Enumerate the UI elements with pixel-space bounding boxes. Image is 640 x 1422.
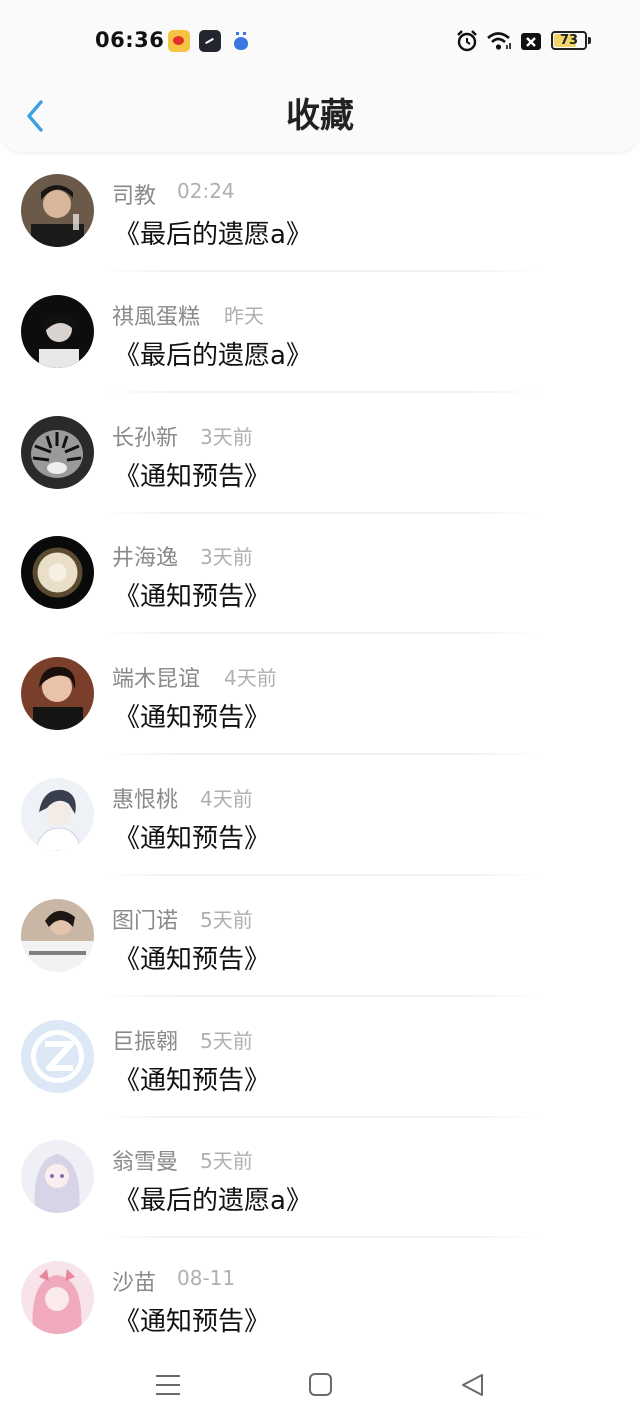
list-item[interactable]: 翁雪曼 5天前 《最后的遗愿a》	[0, 1118, 640, 1239]
avatar[interactable]	[21, 1261, 94, 1335]
avatar[interactable]	[21, 777, 94, 851]
item-name: 井海逸	[112, 546, 179, 572]
item-title[interactable]: 《通知预告》	[114, 576, 270, 613]
list-item[interactable]: 端木昆谊 4天前 《通知预告》	[0, 635, 640, 756]
item-name: 图门诺	[112, 908, 179, 934]
divider	[102, 270, 542, 272]
avatar[interactable]	[21, 657, 94, 731]
item-name: 端木昆谊	[112, 667, 201, 693]
page-title: 收藏	[286, 96, 354, 136]
sim-off-icon	[521, 33, 541, 50]
weibo-icon	[168, 30, 190, 52]
item-name: 祺風蛋糕	[112, 304, 201, 330]
battery-indicator: 73	[551, 31, 591, 50]
item-time: 5天前	[200, 1028, 253, 1053]
list-item[interactable]: 祺風蛋糕 昨天 《最后的遗愿a》	[0, 273, 640, 394]
item-time: 5天前	[200, 1149, 253, 1174]
item-title[interactable]: 《通知预告》	[114, 1060, 270, 1097]
clock-app-icon	[199, 30, 221, 52]
item-title[interactable]: 《最后的遗愿a》	[114, 1180, 312, 1217]
item-title[interactable]: 《通知预告》	[114, 697, 270, 734]
status-bar: 06:36 73	[0, 0, 640, 80]
divider	[102, 1115, 542, 1118]
item-time: 3天前	[200, 545, 253, 570]
item-title[interactable]: 《通知预告》	[114, 456, 270, 493]
avatar[interactable]	[21, 415, 94, 489]
item-title[interactable]: 《最后的遗愿a》	[114, 335, 312, 372]
avatar[interactable]	[21, 898, 94, 972]
divider	[102, 1236, 542, 1239]
item-title[interactable]: 《通知预告》	[114, 818, 270, 855]
item-name: 翁雪曼	[112, 1150, 179, 1176]
home-icon[interactable]	[306, 1370, 336, 1400]
item-time: 4天前	[200, 786, 253, 811]
nav-header: 收藏	[0, 80, 640, 152]
avatar[interactable]	[21, 536, 94, 610]
list-item[interactable]: 巨振翱 5天前 《通知预告》	[0, 998, 640, 1119]
divider	[102, 994, 542, 997]
avatar[interactable]	[21, 174, 94, 247]
avatar[interactable]	[21, 1019, 94, 1093]
divider	[102, 632, 542, 635]
status-time: 06:36	[95, 28, 165, 52]
item-name: 沙苗	[112, 1271, 157, 1297]
item-name: 司教	[112, 184, 157, 209]
list-item[interactable]: 惠恨桃 4天前 《通知预告》	[0, 756, 640, 877]
wifi-icon	[487, 32, 511, 50]
back-triangle-icon[interactable]	[458, 1370, 488, 1400]
divider	[102, 753, 542, 756]
item-name: 惠恨桃	[112, 787, 179, 813]
item-time: 昨天	[224, 303, 264, 328]
item-title[interactable]: 《通知预告》	[114, 1301, 270, 1338]
list-item[interactable]: 司教 02:24 《最后的遗愿a》	[0, 152, 640, 273]
divider	[102, 511, 542, 514]
item-time: 3天前	[200, 424, 253, 449]
list-item[interactable]: 沙苗 08-11 《通知预告》	[0, 1239, 640, 1360]
list-item[interactable]: 图门诺 5天前 《通知预告》	[0, 877, 640, 998]
item-time: 08-11	[177, 1266, 236, 1291]
divider	[102, 873, 542, 876]
item-title[interactable]: 《通知预告》	[114, 939, 270, 976]
list-item[interactable]: 井海逸 3天前 《通知预告》	[0, 514, 640, 635]
list-item[interactable]: 长孙新 3天前 《通知预告》	[0, 394, 640, 515]
item-time: 4天前	[224, 666, 277, 691]
item-time: 5天前	[200, 907, 253, 932]
menu-icon[interactable]	[153, 1370, 183, 1400]
system-nav-bar	[0, 1350, 640, 1422]
alarm-icon	[457, 30, 477, 52]
baidu-icon	[230, 30, 252, 52]
item-time: 02:24	[177, 179, 235, 203]
item-name: 巨振翱	[112, 1029, 179, 1055]
item-title[interactable]: 《最后的遗愿a》	[114, 214, 312, 251]
item-name: 长孙新	[112, 425, 179, 451]
avatar[interactable]	[21, 294, 94, 368]
favorites-list: 司教 02:24 《最后的遗愿a》 祺風蛋糕 昨天 《最后的遗愿a》 长孙新 3…	[0, 152, 640, 1360]
divider	[102, 390, 542, 393]
avatar[interactable]	[21, 1140, 94, 1214]
battery-level: 73	[559, 33, 579, 48]
